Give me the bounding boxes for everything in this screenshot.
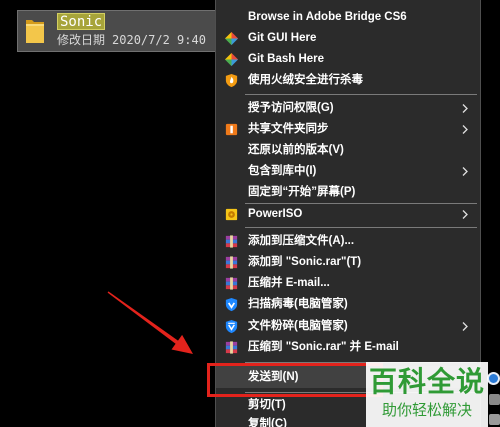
- file-date-label: 修改日期: [57, 33, 106, 47]
- menu-item-git-gui-here[interactable]: Git GUI Here: [216, 28, 480, 49]
- menu-item-file-shredder[interactable]: 文件粉碎(电脑管家): [216, 316, 480, 337]
- chevron-right-icon: [462, 125, 468, 134]
- annotation-highlight-box: [207, 363, 383, 397]
- menu-item-label: 固定到“开始”屏幕(P): [248, 186, 356, 198]
- chevron-right-icon: [462, 322, 468, 331]
- file-date-value: 2020/7/2 9:40: [112, 33, 206, 47]
- menu-item-scan-virus[interactable]: 扫描病毒(电脑管家): [216, 294, 480, 315]
- menu-separator: [245, 94, 477, 95]
- menu-item-label: 文件粉碎(电脑管家): [248, 320, 348, 332]
- menu-item-restore-previous-versions[interactable]: 还原以前的版本(V): [216, 140, 480, 161]
- watermark: 百科全说 助你轻松解决: [366, 362, 488, 427]
- menu-item-label: 压缩并 E-mail...: [248, 277, 330, 289]
- red-arrow-icon: [107, 291, 193, 354]
- explorer-screen: Sonic 修改日期 2020/7/2 9:40 Browse in Adobe …: [0, 0, 500, 427]
- menu-item-label: 授予访问权限(G): [248, 102, 334, 114]
- menu-item-add-to-archive[interactable]: 添加到压缩文件(A)...: [216, 231, 480, 252]
- menu-item-pin-to-start[interactable]: 固定到“开始”屏幕(P): [216, 182, 480, 203]
- chevron-right-icon: [462, 167, 468, 176]
- folder-sync-icon: [225, 123, 238, 136]
- menu-separator: [245, 227, 477, 228]
- menu-item-browse-in-adobe-bridge[interactable]: Browse in Adobe Bridge CS6: [216, 7, 480, 28]
- menu-item-label: 添加到压缩文件(A)...: [248, 235, 355, 247]
- winrar-icon: [225, 277, 238, 290]
- desktop-shortcut-icon[interactable]: [489, 414, 500, 425]
- menu-item-grant-access[interactable]: 授予访问权限(G): [216, 98, 480, 119]
- git-gui-icon: [224, 31, 239, 46]
- watermark-title: 百科全说: [368, 366, 485, 397]
- menu-item-label: 复制(C): [248, 418, 287, 427]
- file-name: Sonic: [57, 13, 106, 30]
- chevron-right-icon: [462, 104, 468, 113]
- file-item-sonic[interactable]: Sonic 修改日期 2020/7/2 9:40: [17, 10, 215, 52]
- pc-manager-shred-icon: [225, 319, 238, 334]
- menu-item-git-bash-here[interactable]: Git Bash Here: [216, 49, 480, 70]
- menu-item-label: 共享文件夹同步: [248, 123, 329, 135]
- menu-item-label: 剪切(T): [248, 399, 286, 411]
- menu-item-compress-and-email[interactable]: 压缩并 E-mail...: [216, 273, 480, 294]
- winrar-icon: [225, 256, 238, 269]
- git-bash-icon: [224, 52, 239, 67]
- poweriso-icon: [225, 208, 238, 221]
- menu-item-label: 包含到库中(I): [248, 165, 317, 177]
- menu-item-label: 添加到 "Sonic.rar"(T): [248, 256, 362, 268]
- menu-item-label: Browse in Adobe Bridge CS6: [248, 11, 407, 23]
- menu-item-poweriso[interactable]: PowerISO: [216, 204, 480, 225]
- menu-item-label: PowerISO: [248, 208, 303, 220]
- menu-item-label: Git GUI Here: [248, 32, 317, 44]
- menu-item-label: Git Bash Here: [248, 53, 325, 65]
- desktop-shortcut-icon[interactable]: [489, 394, 500, 405]
- menu-item-include-in-library[interactable]: 包含到库中(I): [216, 161, 480, 182]
- menu-item-label: 还原以前的版本(V): [248, 144, 344, 156]
- huorong-shield-icon: [225, 73, 238, 88]
- winrar-icon: [225, 235, 238, 248]
- menu-item-compress-to-sonic-rar-and-email[interactable]: 压缩到 "Sonic.rar" 并 E-mail: [216, 337, 480, 358]
- desktop-shortcut-icon[interactable]: [487, 372, 500, 385]
- menu-item-add-to-sonic-rar[interactable]: 添加到 "Sonic.rar"(T): [216, 252, 480, 273]
- menu-item-huorong-scan[interactable]: 使用火绒安全进行杀毒: [216, 70, 480, 91]
- menu-item-label: 压缩到 "Sonic.rar" 并 E-mail: [248, 341, 399, 353]
- watermark-subtitle: 助你轻松解决: [381, 402, 472, 419]
- pc-manager-scan-icon: [225, 297, 238, 312]
- menu-item-label: 扫描病毒(电脑管家): [248, 298, 348, 310]
- folder-icon: [26, 20, 44, 43]
- menu-item-label: 使用火绒安全进行杀毒: [248, 74, 363, 86]
- chevron-right-icon: [462, 210, 468, 219]
- file-date: 修改日期 2020/7/2 9:40: [57, 32, 206, 48]
- menu-item-share-folder-sync[interactable]: 共享文件夹同步: [216, 119, 480, 140]
- winrar-icon: [225, 341, 238, 354]
